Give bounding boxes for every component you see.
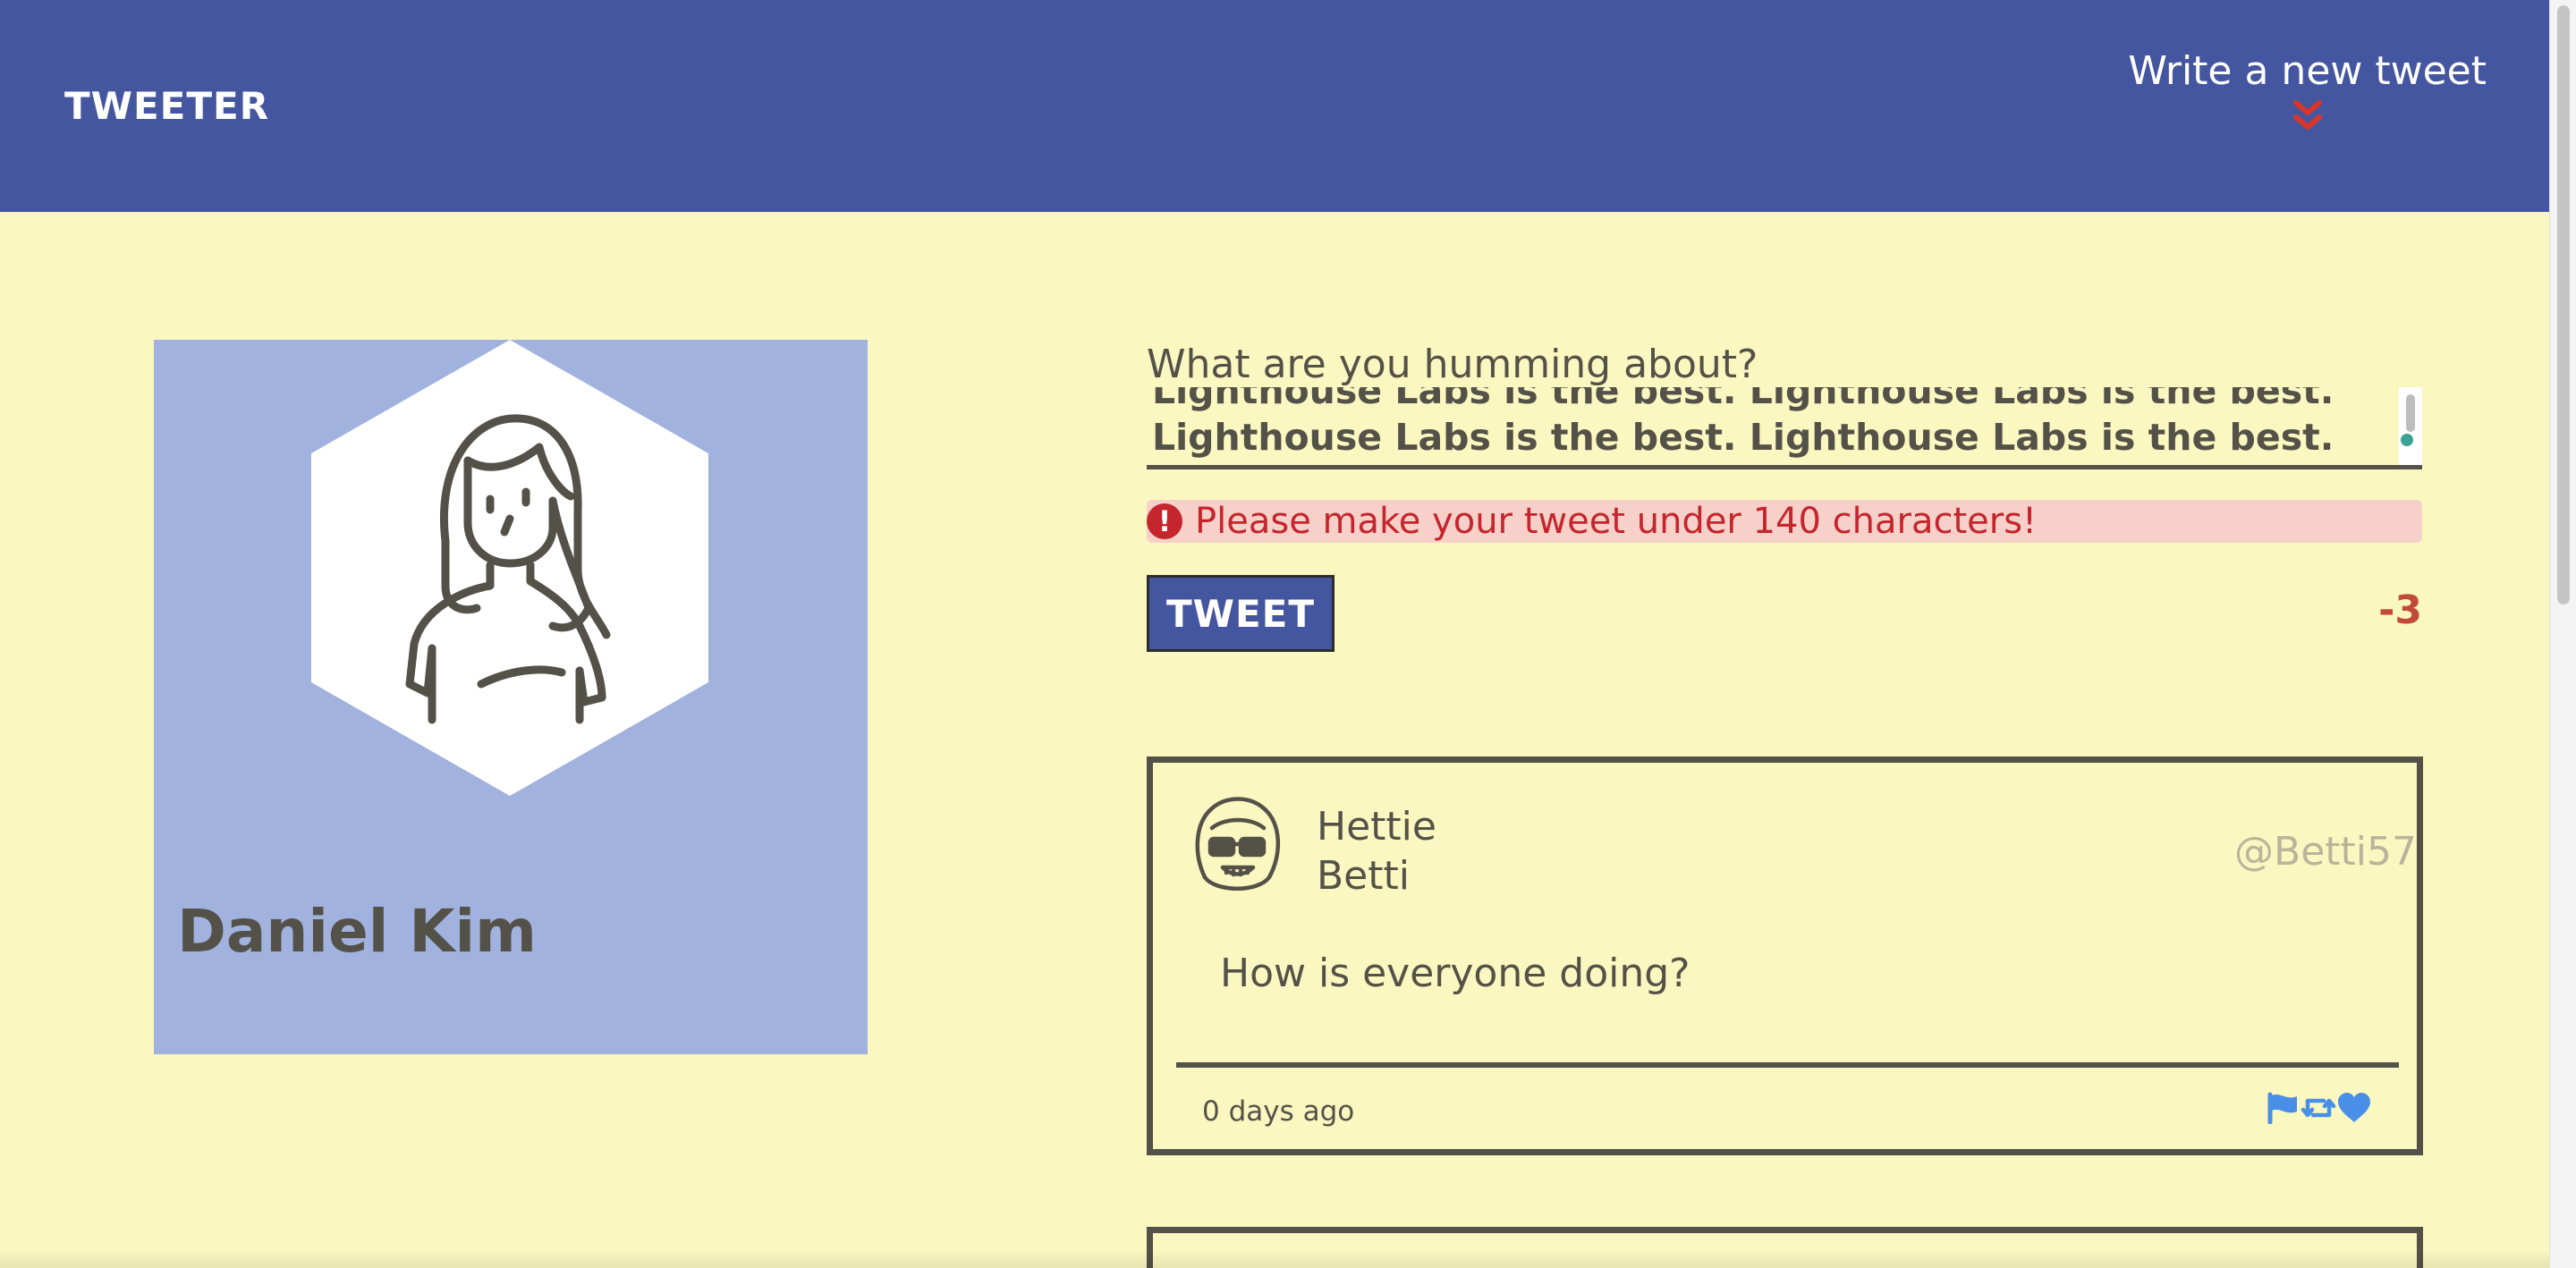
textarea-scrollbar[interactable] xyxy=(2399,387,2422,465)
tweet-divider xyxy=(1176,1062,2399,1068)
grammar-indicator-icon xyxy=(2401,434,2413,446)
double-chevron-down-icon[interactable] xyxy=(2292,99,2323,137)
page: TWEETER Write a new tweet Daniel Kim Wha… xyxy=(0,0,2576,1268)
tweet-author-first-name: Hettie xyxy=(1317,804,1436,850)
tweet-author-name: Hettie Betti xyxy=(1317,802,1436,900)
retweet-icon[interactable] xyxy=(2301,1092,2336,1128)
character-counter: -3 xyxy=(2378,588,2422,633)
tweet-content: How is everyone doing? xyxy=(1220,951,1690,996)
tweet-textarea-value[interactable]: Lighthouse Labs is the best. Lighthouse … xyxy=(1152,387,2397,465)
tweet-card: Hettie Betti @Betti57 How is everyone do… xyxy=(1147,757,2423,1155)
tweet-submit-button[interactable]: TWEET xyxy=(1147,575,1335,652)
tweet-timestamp: 0 days ago xyxy=(1202,1095,1355,1128)
heart-icon[interactable] xyxy=(2336,1092,2372,1128)
new-tweet-form: What are you humming about? Lighthouse L… xyxy=(1147,342,2422,652)
profile-name: Daniel Kim xyxy=(177,897,537,966)
composer-prompt-label: What are you humming about? xyxy=(1147,342,1758,387)
profile-avatar-icon xyxy=(311,340,708,796)
tweet-author-handle: @Betti57 xyxy=(2234,829,2417,875)
error-message-box: ! Please make your tweet under 140 chara… xyxy=(1147,500,2422,543)
write-new-tweet-toggle[interactable]: Write a new tweet xyxy=(2128,48,2487,137)
textarea-scroll-thumb[interactable] xyxy=(2406,394,2415,432)
brand-logo[interactable]: TWEETER xyxy=(64,84,269,128)
top-navbar: TWEETER Write a new tweet xyxy=(0,0,2549,212)
flag-icon[interactable] xyxy=(2265,1092,2301,1128)
page-scroll-thumb[interactable] xyxy=(2557,5,2570,604)
tweet-actions xyxy=(2265,1092,2372,1128)
tweet-textarea[interactable]: Lighthouse Labs is the best. Lighthouse … xyxy=(1147,387,2422,469)
bottom-fade xyxy=(0,1250,2549,1268)
exclamation-icon: ! xyxy=(1147,503,1182,539)
composer-actions: TWEET -3 xyxy=(1147,575,2422,652)
user-avatar-icon xyxy=(1189,792,1285,900)
tweet-author-last-name: Betti xyxy=(1317,853,1410,899)
error-message-text: Please make your tweet under 140 charact… xyxy=(1195,501,2038,542)
page-scrollbar[interactable] xyxy=(2549,0,2576,1268)
write-new-tweet-label[interactable]: Write a new tweet xyxy=(2128,48,2487,94)
